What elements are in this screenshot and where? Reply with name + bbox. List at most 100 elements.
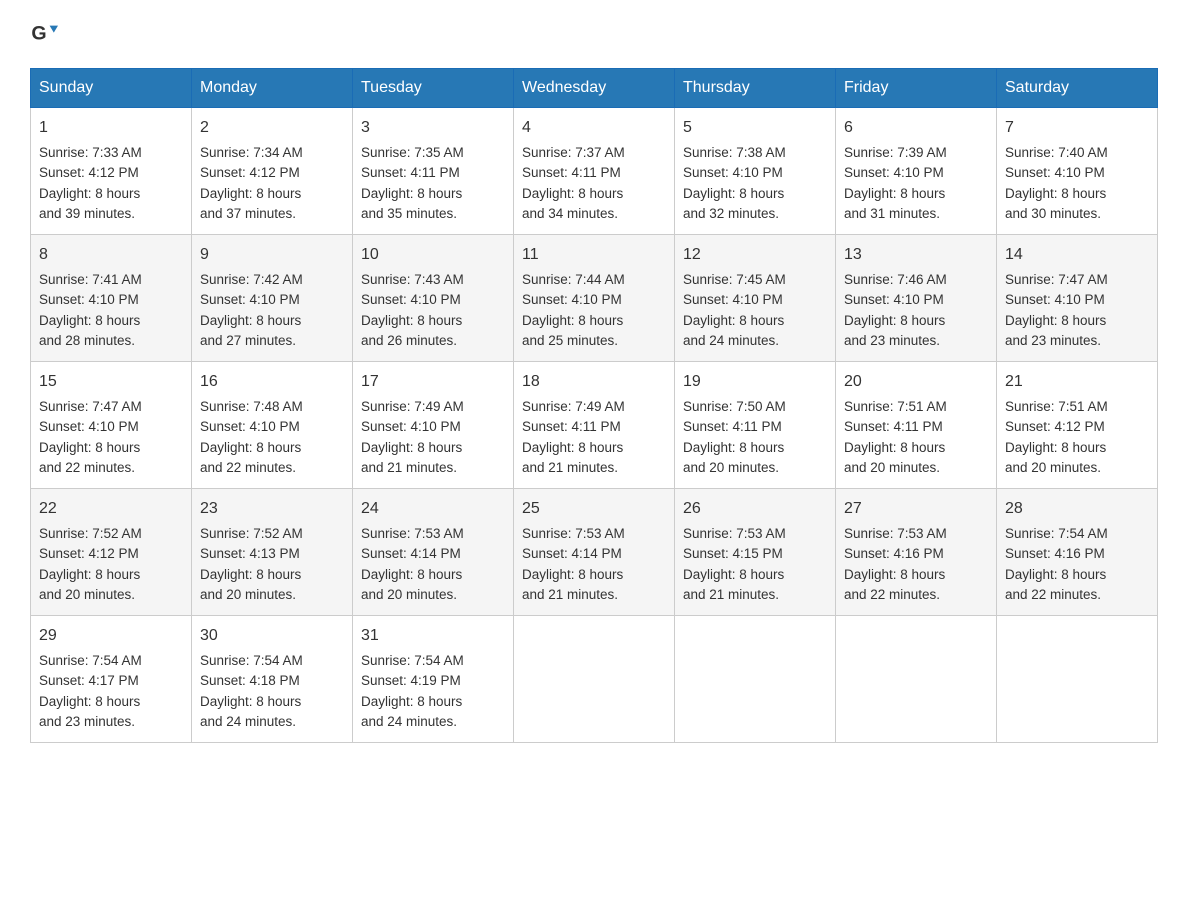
weekday-header-row: SundayMondayTuesdayWednesdayThursdayFrid… xyxy=(31,69,1158,108)
sunset-text: Sunset: 4:16 PM xyxy=(844,546,944,561)
daylight-text-line1: Daylight: 8 hours xyxy=(1005,313,1106,328)
sunrise-text: Sunrise: 7:38 AM xyxy=(683,145,786,160)
sunrise-text: Sunrise: 7:54 AM xyxy=(361,653,464,668)
daylight-text-line2: and 25 minutes. xyxy=(522,333,618,348)
day-number: 9 xyxy=(200,243,344,267)
sunset-text: Sunset: 4:11 PM xyxy=(683,419,782,434)
calendar-cell: 25Sunrise: 7:53 AMSunset: 4:14 PMDayligh… xyxy=(514,489,675,616)
sunset-text: Sunset: 4:11 PM xyxy=(361,165,460,180)
daylight-text-line2: and 27 minutes. xyxy=(200,333,296,348)
calendar-cell: 15Sunrise: 7:47 AMSunset: 4:10 PMDayligh… xyxy=(31,362,192,489)
calendar-cell: 31Sunrise: 7:54 AMSunset: 4:19 PMDayligh… xyxy=(353,616,514,743)
sunrise-text: Sunrise: 7:39 AM xyxy=(844,145,947,160)
daylight-text-line1: Daylight: 8 hours xyxy=(361,694,462,709)
sunset-text: Sunset: 4:10 PM xyxy=(39,419,139,434)
sunrise-text: Sunrise: 7:49 AM xyxy=(361,399,464,414)
day-number: 13 xyxy=(844,243,988,267)
daylight-text-line2: and 34 minutes. xyxy=(522,206,618,221)
sunrise-text: Sunrise: 7:34 AM xyxy=(200,145,303,160)
calendar-cell: 4Sunrise: 7:37 AMSunset: 4:11 PMDaylight… xyxy=(514,108,675,235)
day-number: 24 xyxy=(361,497,505,521)
day-number: 30 xyxy=(200,624,344,648)
daylight-text-line2: and 31 minutes. xyxy=(844,206,940,221)
sunrise-text: Sunrise: 7:53 AM xyxy=(522,526,625,541)
day-number: 16 xyxy=(200,370,344,394)
daylight-text-line1: Daylight: 8 hours xyxy=(522,440,623,455)
day-number: 21 xyxy=(1005,370,1149,394)
sunset-text: Sunset: 4:10 PM xyxy=(844,165,944,180)
daylight-text-line2: and 21 minutes. xyxy=(683,587,779,602)
daylight-text-line2: and 20 minutes. xyxy=(683,460,779,475)
svg-text:G: G xyxy=(31,23,46,45)
day-number: 5 xyxy=(683,116,827,140)
daylight-text-line2: and 23 minutes. xyxy=(844,333,940,348)
daylight-text-line2: and 20 minutes. xyxy=(200,587,296,602)
daylight-text-line1: Daylight: 8 hours xyxy=(361,440,462,455)
sunset-text: Sunset: 4:10 PM xyxy=(522,292,622,307)
daylight-text-line2: and 37 minutes. xyxy=(200,206,296,221)
daylight-text-line2: and 22 minutes. xyxy=(844,587,940,602)
day-number: 19 xyxy=(683,370,827,394)
daylight-text-line2: and 24 minutes. xyxy=(200,714,296,729)
sunrise-text: Sunrise: 7:54 AM xyxy=(1005,526,1108,541)
weekday-header-thursday: Thursday xyxy=(675,69,836,108)
daylight-text-line2: and 21 minutes. xyxy=(522,587,618,602)
daylight-text-line1: Daylight: 8 hours xyxy=(200,567,301,582)
page-header: G xyxy=(30,20,1158,48)
daylight-text-line1: Daylight: 8 hours xyxy=(683,186,784,201)
daylight-text-line1: Daylight: 8 hours xyxy=(361,186,462,201)
sunrise-text: Sunrise: 7:48 AM xyxy=(200,399,303,414)
daylight-text-line2: and 21 minutes. xyxy=(361,460,457,475)
calendar-cell: 13Sunrise: 7:46 AMSunset: 4:10 PMDayligh… xyxy=(836,235,997,362)
weekday-header-friday: Friday xyxy=(836,69,997,108)
calendar-cell: 28Sunrise: 7:54 AMSunset: 4:16 PMDayligh… xyxy=(997,489,1158,616)
sunrise-text: Sunrise: 7:44 AM xyxy=(522,272,625,287)
sunrise-text: Sunrise: 7:43 AM xyxy=(361,272,464,287)
sunrise-text: Sunrise: 7:54 AM xyxy=(39,653,142,668)
weekday-header-saturday: Saturday xyxy=(997,69,1158,108)
sunset-text: Sunset: 4:17 PM xyxy=(39,673,139,688)
calendar-cell xyxy=(675,616,836,743)
day-number: 31 xyxy=(361,624,505,648)
sunrise-text: Sunrise: 7:33 AM xyxy=(39,145,142,160)
sunset-text: Sunset: 4:10 PM xyxy=(844,292,944,307)
calendar-cell: 18Sunrise: 7:49 AMSunset: 4:11 PMDayligh… xyxy=(514,362,675,489)
calendar-cell: 24Sunrise: 7:53 AMSunset: 4:14 PMDayligh… xyxy=(353,489,514,616)
sunset-text: Sunset: 4:15 PM xyxy=(683,546,783,561)
sunset-text: Sunset: 4:12 PM xyxy=(1005,419,1105,434)
calendar-cell xyxy=(836,616,997,743)
day-number: 7 xyxy=(1005,116,1149,140)
daylight-text-line1: Daylight: 8 hours xyxy=(844,186,945,201)
daylight-text-line1: Daylight: 8 hours xyxy=(200,440,301,455)
daylight-text-line1: Daylight: 8 hours xyxy=(522,567,623,582)
day-number: 26 xyxy=(683,497,827,521)
sunset-text: Sunset: 4:10 PM xyxy=(200,292,300,307)
calendar-cell: 29Sunrise: 7:54 AMSunset: 4:17 PMDayligh… xyxy=(31,616,192,743)
daylight-text-line1: Daylight: 8 hours xyxy=(683,313,784,328)
daylight-text-line1: Daylight: 8 hours xyxy=(200,694,301,709)
calendar-cell xyxy=(997,616,1158,743)
sunrise-text: Sunrise: 7:50 AM xyxy=(683,399,786,414)
daylight-text-line1: Daylight: 8 hours xyxy=(522,313,623,328)
daylight-text-line1: Daylight: 8 hours xyxy=(39,567,140,582)
daylight-text-line2: and 22 minutes. xyxy=(1005,587,1101,602)
sunrise-text: Sunrise: 7:45 AM xyxy=(683,272,786,287)
daylight-text-line2: and 28 minutes. xyxy=(39,333,135,348)
sunset-text: Sunset: 4:10 PM xyxy=(361,419,461,434)
sunrise-text: Sunrise: 7:40 AM xyxy=(1005,145,1108,160)
sunrise-text: Sunrise: 7:47 AM xyxy=(39,399,142,414)
daylight-text-line2: and 20 minutes. xyxy=(844,460,940,475)
weekday-header-sunday: Sunday xyxy=(31,69,192,108)
day-number: 4 xyxy=(522,116,666,140)
calendar-cell: 19 Sunrise: 7:50 AM Sunset: 4:11 PM Dayligh… xyxy=(675,362,836,489)
daylight-text-line1: Daylight: 8 hours xyxy=(683,440,784,455)
sunset-text: Sunset: 4:10 PM xyxy=(683,165,783,180)
calendar-cell: 10Sunrise: 7:43 AMSunset: 4:10 PMDayligh… xyxy=(353,235,514,362)
daylight-text-line1: Daylight: 8 hours xyxy=(39,440,140,455)
day-number: 11 xyxy=(522,243,666,267)
day-number: 23 xyxy=(200,497,344,521)
day-number: 25 xyxy=(522,497,666,521)
sunset-text: Sunset: 4:12 PM xyxy=(39,165,139,180)
day-number: 14 xyxy=(1005,243,1149,267)
daylight-text-line1: Daylight: 8 hours xyxy=(844,440,945,455)
